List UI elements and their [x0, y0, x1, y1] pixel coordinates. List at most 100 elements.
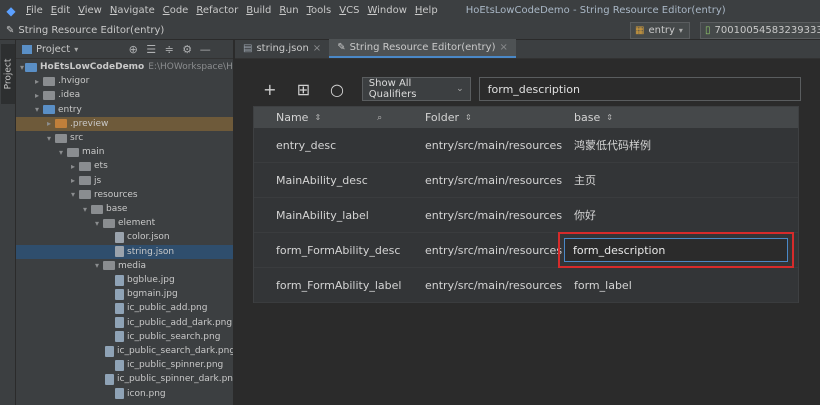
chevron-right-icon[interactable]: ▸ [32, 91, 42, 100]
tree-item[interactable]: ic_public_search.png [16, 330, 233, 344]
tree-item[interactable]: ic_public_spinner.png [16, 358, 233, 372]
close-icon[interactable]: × [499, 42, 507, 53]
table-cell-name[interactable]: MainAbility_desc [254, 174, 403, 187]
image-file-icon [105, 345, 114, 357]
expand-all-icon[interactable]: ☰ [144, 43, 158, 56]
table-row[interactable]: entry_desc entry/src/main/resources 鸿蒙低代码样… [254, 128, 798, 163]
table-cell-folder[interactable]: entry/src/main/resources [403, 244, 562, 257]
chevron-right-icon[interactable]: ▸ [68, 162, 78, 171]
table-cell-folder[interactable]: entry/src/main/resources [403, 279, 562, 292]
tree-item[interactable]: ic_public_add.png [16, 301, 233, 315]
tree-item[interactable]: ▸ ets [16, 159, 233, 173]
tree-item[interactable]: ▸ .idea [16, 88, 233, 102]
menu-item[interactable]: VCS [335, 0, 363, 21]
menu-item[interactable]: Navigate [106, 0, 159, 21]
chevron-right-icon[interactable]: ▸ [44, 119, 54, 128]
tree-item[interactable]: ▾ src [16, 131, 233, 145]
table-row[interactable]: form_FormAbility_label entry/src/main/res… [254, 268, 798, 303]
tree-item[interactable]: color.json [16, 230, 233, 244]
device-select[interactable]: ▯ 70010054583239333328a0 [700, 22, 820, 39]
menu-item[interactable]: Run [275, 0, 302, 21]
filter-input[interactable]: form_description [478, 77, 801, 101]
tree-item[interactable]: ▾ base [16, 202, 233, 216]
chevron-down-icon[interactable]: ▾ [68, 190, 78, 199]
table-cell-name[interactable]: entry_desc [254, 139, 403, 152]
chevron-down-icon[interactable]: ▾ [92, 219, 102, 228]
tree-item[interactable]: ▾ entry [16, 103, 233, 117]
editor-tab[interactable]: ▤ string.json × [235, 39, 329, 58]
run-config-select[interactable]: ▦ entry ▾ [630, 22, 690, 39]
menu-item[interactable]: Build [242, 0, 275, 21]
add-icon[interactable]: + [253, 78, 287, 100]
tree-item[interactable]: ▸ js [16, 174, 233, 188]
chevron-down-icon[interactable]: ▾ [44, 134, 54, 143]
tree-item[interactable]: ▾ resources [16, 188, 233, 202]
breadcrumb-label: String Resource Editor(entry) [18, 24, 165, 36]
menu-item[interactable]: Code [159, 0, 193, 21]
menu-item[interactable]: Help [411, 0, 442, 21]
table-cell-base[interactable]: 你好 [552, 207, 798, 223]
tree-item[interactable]: ▾ element [16, 216, 233, 230]
menu-item[interactable]: File [22, 0, 47, 21]
run-config-label: entry [648, 25, 675, 36]
table-cell-folder[interactable]: entry/src/main/resources [403, 174, 562, 187]
chevron-down-icon[interactable]: ▾ [56, 148, 66, 157]
tree-item-label: ic_public_add_dark.png [127, 317, 233, 328]
tree-item[interactable]: bgblue.jpg [16, 273, 233, 287]
tree-item[interactable]: bgmain.jpg [16, 287, 233, 301]
menu-item[interactable]: View [74, 0, 106, 21]
chevron-down-icon[interactable]: ▾ [80, 205, 90, 214]
search-icon[interactable]: ⌕ [377, 113, 382, 123]
tree-item[interactable]: icon.png [16, 387, 233, 401]
editor-tab[interactable]: ✎ String Resource Editor(entry) × [329, 39, 516, 58]
project-tool-tab[interactable]: Project [1, 44, 15, 104]
tree-item-label: bgblue.jpg [127, 275, 175, 286]
table-cell-name[interactable]: form_FormAbility_label [254, 279, 403, 292]
chevron-down-icon[interactable]: ▾ [32, 105, 42, 114]
breadcrumb[interactable]: ✎ String Resource Editor(entry) [0, 25, 164, 36]
minimize-icon[interactable]: — [198, 43, 212, 56]
collapse-all-icon[interactable]: ≑ [162, 43, 176, 56]
tree-item[interactable]: string.json [16, 244, 233, 259]
column-header-base[interactable]: base ⇕ [552, 111, 798, 124]
tree-item[interactable]: ▸ .hvigor [16, 74, 233, 88]
chevron-down-icon[interactable]: ▾ [92, 261, 102, 270]
project-view-select[interactable]: Project [36, 44, 70, 55]
cell-edit-input[interactable]: form_description [564, 238, 788, 262]
table-cell-base[interactable]: form_label [552, 279, 798, 292]
table-cell-name[interactable]: MainAbility_label [254, 209, 403, 222]
table-cell-name[interactable]: form_FormAbility_desc [254, 244, 403, 257]
table-cell-folder[interactable]: entry/src/main/resources [403, 209, 562, 222]
close-icon[interactable]: × [313, 43, 321, 54]
table-row[interactable]: MainAbility_label entry/src/main/resource… [254, 198, 798, 233]
menu-item-label: ile [31, 5, 43, 16]
table-row[interactable]: MainAbility_desc entry/src/main/resources… [254, 163, 798, 198]
add-locale-folder-icon[interactable]: ⊞ [287, 78, 321, 100]
menu-bar: ◆ File Edit View Navigate Code Refactor Build R… [0, 0, 820, 21]
qualifier-select[interactable]: Show All Qualifiers ⌄ [361, 77, 471, 101]
tree-item[interactable]: ic_public_add_dark.png [16, 316, 233, 330]
table-cell-folder[interactable]: entry/src/main/resources [403, 139, 562, 152]
chevron-right-icon[interactable]: ▸ [68, 176, 78, 185]
tree-item-label: src [70, 133, 84, 144]
gear-icon[interactable]: ⚙ [180, 43, 194, 56]
table-cell-base[interactable]: 主页 [552, 172, 798, 188]
tree-item[interactable]: ▸ .preview [16, 116, 233, 131]
tree-item[interactable]: ic_public_spinner_dark.png [16, 372, 233, 386]
menu-item[interactable]: Window [363, 0, 410, 21]
tree-item[interactable]: ic_public_search_dark.png [16, 344, 233, 358]
locate-icon[interactable]: ⊕ [126, 43, 140, 56]
menu-item[interactable]: Refactor [192, 0, 242, 21]
column-header-name[interactable]: Name ⇕ ⌕ [254, 111, 403, 124]
tree-item[interactable]: ▾ HoEtsLowCodeDemoE:\HOWorkspace\HoEts [16, 60, 233, 74]
tree-item[interactable]: ▾ main [16, 145, 233, 159]
menu-item[interactable]: Tools [303, 0, 336, 21]
chevron-right-icon[interactable]: ▸ [32, 77, 42, 86]
menu-item[interactable]: Edit [47, 0, 74, 21]
column-header-folder[interactable]: Folder ⇕ [403, 111, 552, 124]
sort-icon: ⇕ [606, 113, 613, 122]
refresh-icon[interactable]: ○ [320, 78, 354, 100]
table-cell-base[interactable]: 鸿蒙低代码样例 [552, 137, 798, 153]
chevron-down-icon[interactable]: ▾ [20, 63, 24, 72]
tree-item[interactable]: ▾ media [16, 259, 233, 273]
